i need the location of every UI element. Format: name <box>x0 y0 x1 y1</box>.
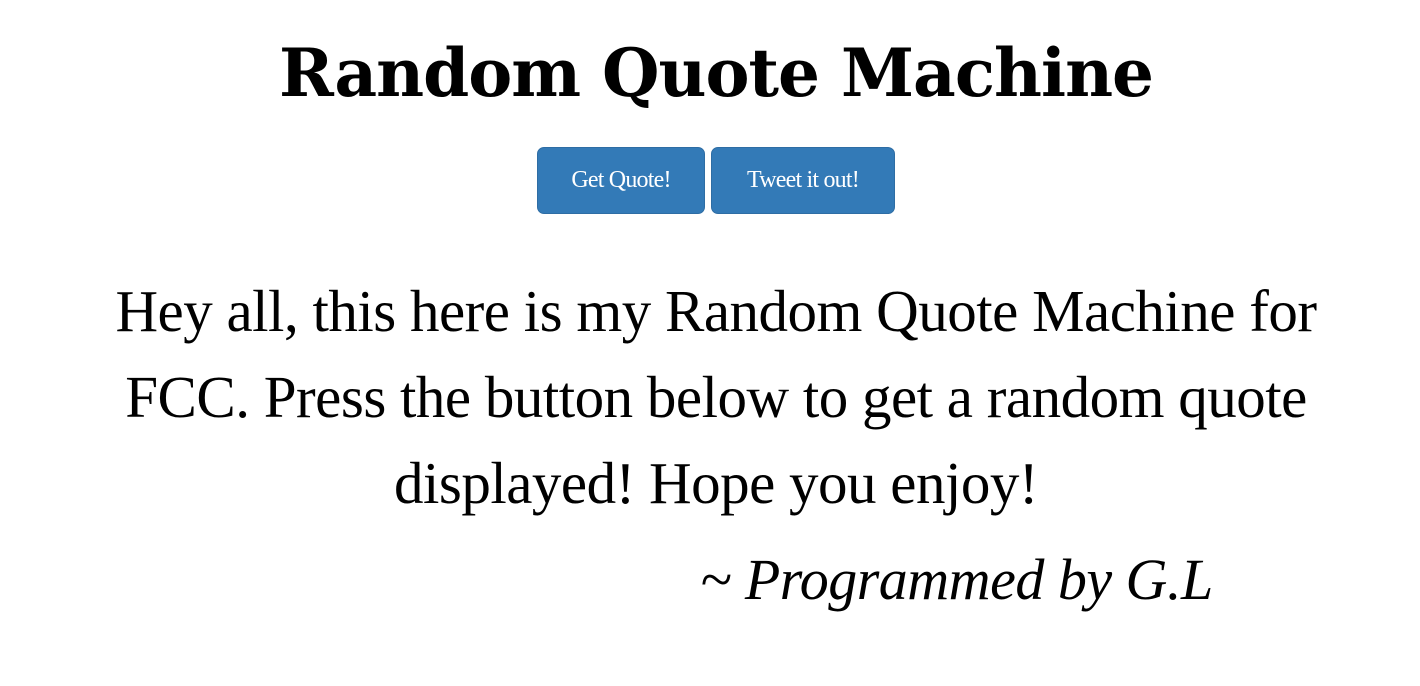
page: Random Quote Machine Get Quote! Tweet it… <box>0 0 1420 686</box>
page-title: Random Quote Machine <box>278 34 1154 112</box>
tweet-button[interactable]: Tweet it out! <box>711 147 895 214</box>
quote-author: ~ Programmed by G.L <box>700 547 1213 612</box>
get-quote-button[interactable]: Get Quote! <box>537 147 705 214</box>
button-row: Get Quote! Tweet it out! <box>537 147 895 214</box>
quote-text: Hey all, this here is my Random Quote Ma… <box>115 278 1317 516</box>
